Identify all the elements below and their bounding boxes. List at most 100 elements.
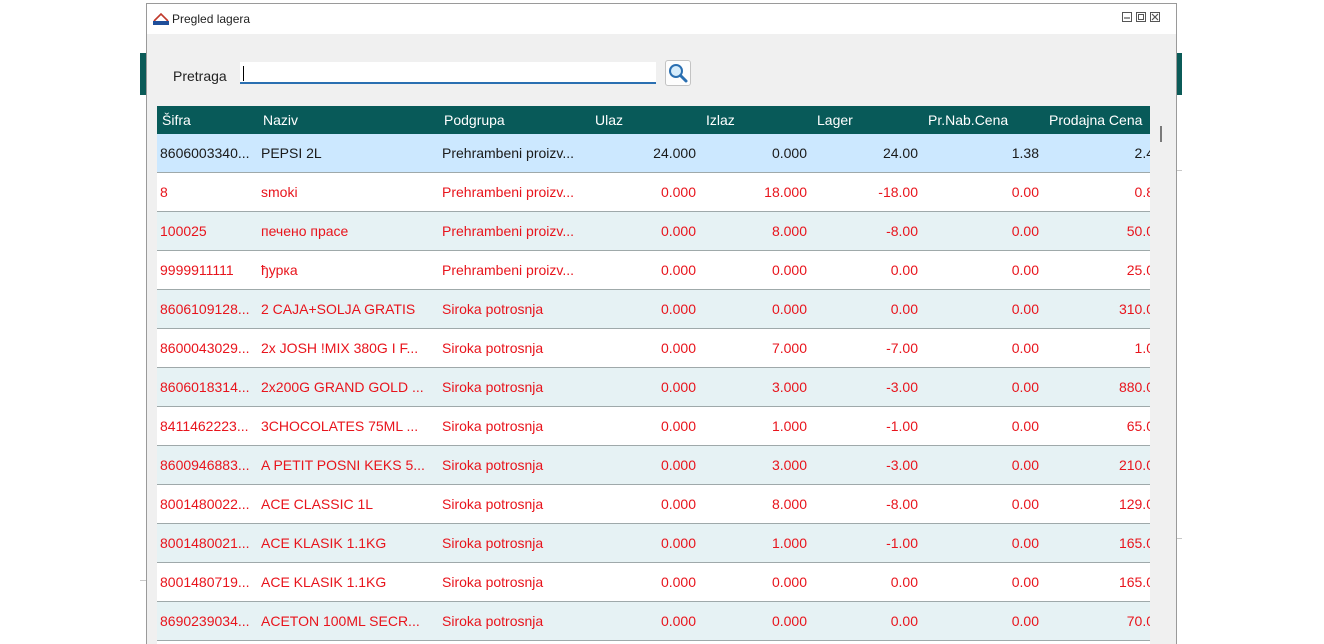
cell-naziv: 2x JOSH !MIX 380G I F...: [261, 340, 419, 356]
table-row[interactable]: 8001480021... ACE KLASIK 1.1KG Siroka po…: [157, 524, 1150, 563]
search-label: Pretraga: [173, 68, 227, 84]
table-row[interactable]: 9999911111 ђурка Prehrambeni proizv... 0…: [157, 251, 1150, 290]
cell-prodajna-cena: 165.0: [1118, 535, 1150, 551]
cell-ulaz: 0.000: [660, 535, 696, 551]
cell-podgrupa: Siroka potrosnja: [442, 496, 544, 512]
cell-lager: -18.00: [878, 184, 918, 200]
cell-pr-nab-cena: 0.00: [1011, 262, 1039, 278]
table-row[interactable]: 8606003340... PEPSI 2L Prehrambeni proiz…: [157, 134, 1150, 173]
cell-prodajna-cena: 210.0: [1118, 457, 1150, 473]
table-body: 8606003340... PEPSI 2L Prehrambeni proiz…: [157, 134, 1150, 641]
cell-naziv: PEPSI 2L: [261, 145, 322, 161]
cell-podgrupa: Siroka potrosnja: [442, 613, 544, 629]
cell-izlaz: 0.000: [771, 613, 807, 629]
cell-izlaz: 1.000: [771, 418, 807, 434]
cell-naziv: A PETIT POSNI KEKS 5...: [261, 457, 425, 473]
scrollbar-thumb[interactable]: [1160, 126, 1162, 142]
cell-prodajna-cena: 50.0: [1126, 223, 1150, 239]
cell-naziv: smoki: [261, 184, 298, 200]
cell-sifra: 8606003340...: [160, 145, 250, 161]
cell-lager: 24.00: [882, 145, 918, 161]
cell-podgrupa: Prehrambeni proizv...: [442, 223, 575, 239]
cell-sifra: 8606018314...: [160, 379, 250, 395]
title-bar[interactable]: Pregled lagera: [147, 4, 1176, 34]
cell-lager: 0.00: [890, 613, 918, 629]
cell-sifra: 8600043029...: [160, 340, 250, 356]
cell-podgrupa: Siroka potrosnja: [442, 535, 544, 551]
table-row[interactable]: 8001480719... ACE KLASIK 1.1KG Siroka po…: [157, 563, 1150, 602]
cell-podgrupa: Prehrambeni proizv...: [442, 184, 575, 200]
cell-izlaz: 7.000: [771, 340, 807, 356]
cell-podgrupa: Prehrambeni proizv...: [442, 145, 575, 161]
cell-prodajna-cena: 25.0: [1126, 262, 1150, 278]
table-row[interactable]: 8001480022... ACE CLASSIC 1L Siroka potr…: [157, 485, 1150, 524]
table-row[interactable]: 8690239034... ACETON 100ML SECR... Sirok…: [157, 602, 1150, 641]
cell-sifra: 8: [160, 184, 168, 200]
cell-pr-nab-cena: 0.00: [1011, 535, 1039, 551]
cell-lager: -1.00: [886, 418, 918, 434]
column-header-izlaz[interactable]: Izlaz: [706, 106, 735, 134]
cell-izlaz: 18.000: [764, 184, 807, 200]
cell-podgrupa: Siroka potrosnja: [442, 574, 544, 590]
cell-ulaz: 0.000: [660, 496, 696, 512]
cell-prodajna-cena: 0.8: [1134, 184, 1150, 200]
table-row[interactable]: 8411462223... 3CHOCOLATES 75ML ... Sirok…: [157, 407, 1150, 446]
table-row[interactable]: 8 smoki Prehrambeni proizv... 0.000 18.0…: [157, 173, 1150, 212]
column-header-ulaz[interactable]: Ulaz: [595, 106, 623, 134]
cell-naziv: ACE KLASIK 1.1KG: [261, 535, 387, 551]
column-header-lager[interactable]: Lager: [817, 106, 853, 134]
cell-pr-nab-cena: 0.00: [1011, 340, 1039, 356]
table-row[interactable]: 8606018314... 2x200G GRAND GOLD ... Siro…: [157, 368, 1150, 407]
search-input[interactable]: [240, 62, 656, 84]
cell-sifra: 8001480021...: [160, 535, 250, 551]
column-header-naziv[interactable]: Naziv: [263, 106, 298, 134]
cell-sifra: 100025: [160, 223, 207, 239]
cell-izlaz: 3.000: [771, 379, 807, 395]
cell-lager: 0.00: [890, 301, 918, 317]
cell-izlaz: 0.000: [771, 262, 807, 278]
cell-sifra: 8001480022...: [160, 496, 250, 512]
cell-ulaz: 24.000: [653, 145, 696, 161]
vertical-scrollbar[interactable]: [1153, 106, 1168, 644]
cell-naziv: ђурка: [261, 262, 298, 278]
cell-naziv: печено прасе: [261, 223, 349, 239]
cell-izlaz: 0.000: [771, 301, 807, 317]
cell-izlaz: 0.000: [771, 574, 807, 590]
cell-lager: -8.00: [886, 223, 918, 239]
minimize-icon[interactable]: [1122, 12, 1132, 22]
table-row[interactable]: 8606109128... 2 CAJA+SOLJA GRATIS Siroka…: [157, 290, 1150, 329]
cell-podgrupa: Prehrambeni proizv...: [442, 262, 575, 278]
restore-icon[interactable]: [1136, 12, 1146, 22]
cell-sifra: 9999911111: [160, 262, 234, 278]
cell-lager: -8.00: [886, 496, 918, 512]
cell-podgrupa: Siroka potrosnja: [442, 340, 544, 356]
cell-lager: -7.00: [886, 340, 918, 356]
magnifier-icon: [669, 64, 688, 83]
cell-naziv: 2 CAJA+SOLJA GRATIS: [261, 301, 416, 317]
search-button[interactable]: [665, 60, 691, 86]
cell-lager: -1.00: [886, 535, 918, 551]
cell-naziv: ACE KLASIK 1.1KG: [261, 574, 387, 590]
cell-sifra: 8001480719...: [160, 574, 250, 590]
column-header-podgrupa[interactable]: Podgrupa: [444, 106, 505, 134]
cell-pr-nab-cena: 0.00: [1011, 184, 1039, 200]
table-row[interactable]: 8600043029... 2x JOSH !MIX 380G I F... S…: [157, 329, 1150, 368]
table-row[interactable]: 8600946883... A PETIT POSNI KEKS 5... Si…: [157, 446, 1150, 485]
column-header-prodajna-cena[interactable]: Prodajna Cena: [1049, 106, 1142, 134]
table-row[interactable]: 100025 печено прасе Prehrambeni proizv..…: [157, 212, 1150, 251]
cell-ulaz: 0.000: [660, 613, 696, 629]
cell-prodajna-cena: 1.0: [1134, 340, 1150, 356]
cell-pr-nab-cena: 0.00: [1011, 301, 1039, 317]
cell-naziv: 2x200G GRAND GOLD ...: [261, 379, 424, 395]
close-icon[interactable]: [1150, 12, 1160, 22]
cell-lager: 0.00: [890, 574, 918, 590]
cell-pr-nab-cena: 0.00: [1011, 613, 1039, 629]
cell-ulaz: 0.000: [660, 379, 696, 395]
cell-pr-nab-cena: 0.00: [1011, 574, 1039, 590]
cell-izlaz: 8.000: [771, 223, 807, 239]
cell-izlaz: 8.000: [771, 496, 807, 512]
cell-pr-nab-cena: 0.00: [1011, 457, 1039, 473]
column-header-pr-nab-cena[interactable]: Pr.Nab.Cena: [928, 106, 1008, 134]
column-header-sifra[interactable]: Šifra: [162, 106, 191, 134]
cell-naziv: 3CHOCOLATES 75ML ...: [261, 418, 419, 434]
